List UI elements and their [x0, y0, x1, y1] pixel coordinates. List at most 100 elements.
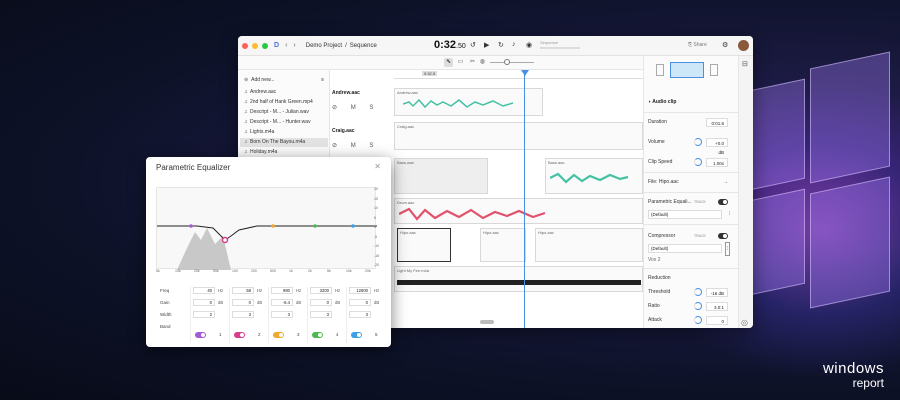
threshold-field[interactable]: -16 dB: [706, 288, 728, 297]
eq-node-5[interactable]: [351, 224, 355, 228]
user-avatar[interactable]: [738, 40, 749, 51]
band-toggle[interactable]: [312, 332, 323, 338]
playhead[interactable]: [524, 74, 525, 328]
clip-bass-2[interactable]: Bass.aac: [545, 158, 643, 194]
gain-input[interactable]: 0: [310, 299, 332, 306]
gain-input[interactable]: 0: [232, 299, 254, 306]
gain-input[interactable]: 0: [349, 299, 371, 306]
back-arrow-icon[interactable]: ‹: [285, 42, 287, 49]
microphone-icon[interactable]: ♪: [512, 41, 516, 48]
band-toggle[interactable]: [234, 332, 245, 338]
clip-drums[interactable]: Drum.aac: [394, 198, 643, 224]
clip-hipo-3[interactable]: Hipo.aac: [535, 228, 643, 262]
freq-input[interactable]: 58: [232, 287, 254, 294]
eq-node-1[interactable]: [189, 224, 193, 228]
breadcrumb-sequence[interactable]: Sequence: [350, 43, 377, 49]
gain-input[interactable]: 0: [193, 299, 215, 306]
record-icon[interactable]: ◉: [526, 41, 532, 49]
sidebar-file-item[interactable]: ♫ 2nd half of Hank Green.mp4: [244, 98, 328, 107]
help-icon[interactable]: ◎: [741, 318, 748, 327]
speed-knob[interactable]: [694, 158, 702, 166]
compressor-toggle[interactable]: [718, 233, 728, 239]
clip-hipo-2[interactable]: Hipo.aac: [480, 228, 526, 262]
eq-x-tick: 2k: [308, 269, 312, 273]
sidebar-file-item[interactable]: ♫ Lights.m4a: [244, 128, 328, 137]
freq-input[interactable]: 980: [271, 287, 293, 294]
zoom-slider-knob[interactable]: [504, 59, 510, 65]
ratio-knob[interactable]: [694, 302, 702, 310]
timeline-ruler[interactable]: 0:32.5: [394, 70, 643, 79]
forward-icon[interactable]: ↻: [498, 41, 504, 49]
app-logo-icon[interactable]: D: [274, 42, 279, 49]
eq-node-4[interactable]: [313, 224, 317, 228]
file-row[interactable]: File: Hipo.aac →: [648, 176, 734, 188]
band-toggle[interactable]: [351, 332, 362, 338]
speed-field[interactable]: 1.00x: [706, 158, 728, 167]
zoom-slider[interactable]: [490, 62, 534, 63]
eq-node-3[interactable]: [271, 224, 275, 228]
freq-input[interactable]: 12600: [349, 287, 371, 294]
playhead-handle[interactable]: [521, 70, 529, 76]
add-new-button[interactable]: ⊕ Add new... ≡: [244, 76, 328, 85]
band-toggle[interactable]: [195, 332, 206, 338]
share-button[interactable]: ⎘ Share: [688, 42, 707, 48]
peq-preset-select[interactable]: (Default): [648, 210, 722, 219]
track-controls[interactable]: ⊘ M S: [332, 142, 379, 149]
title-bar: D ‹ › Demo Project / Sequence 0:32.50 ↺ …: [238, 36, 753, 56]
freq-input[interactable]: 3200: [310, 287, 332, 294]
gain-input[interactable]: -6.4: [271, 299, 293, 306]
select-tool-icon[interactable]: ⬉: [444, 58, 453, 67]
width-input[interactable]: 3: [271, 311, 293, 318]
shape-tool-icon[interactable]: ◍: [478, 58, 487, 67]
frame-tool-icon[interactable]: ▭: [456, 58, 465, 67]
attack-field[interactable]: 0: [706, 316, 728, 325]
arrow-right-icon[interactable]: →: [723, 176, 728, 188]
properties-toggle-icon[interactable]: ⊟: [742, 60, 748, 68]
play-icon[interactable]: ▶: [484, 41, 489, 49]
filter-icon[interactable]: ≡: [321, 76, 324, 85]
settings-icon[interactable]: ⚙: [722, 41, 728, 49]
compressor-preset-select[interactable]: (Default): [648, 244, 722, 253]
clip-lights[interactable]: Light My Fire.m4a: [394, 266, 643, 292]
timeline-scrollbar[interactable]: [480, 320, 494, 324]
duration-field[interactable]: 0:01.6: [706, 118, 728, 127]
layout-right-icon[interactable]: [710, 64, 718, 76]
sidebar-file-item[interactable]: ♫ Holiday.m4a: [244, 148, 328, 157]
eq-graph[interactable]: [156, 187, 377, 270]
maximize-window-button[interactable]: [262, 42, 268, 49]
sidebar-file-item[interactable]: ♫ Descript - M... - Hunter.wav: [244, 118, 328, 127]
width-input[interactable]: 2: [193, 311, 215, 318]
sidebar-file-item[interactable]: ♫ Born On The Bayou.m4a: [240, 138, 328, 147]
band-toggle[interactable]: [273, 332, 284, 338]
volume-knob[interactable]: [694, 138, 702, 146]
minimize-window-button[interactable]: [252, 42, 258, 49]
cut-tool-icon[interactable]: ✂: [468, 58, 477, 67]
sidebar-file-item[interactable]: ♫ Andrew.aac: [244, 88, 328, 97]
volume-field[interactable]: +0.0 dB: [706, 138, 728, 155]
ratio-field[interactable]: 3.0:1: [706, 302, 728, 311]
width-input[interactable]: 3: [349, 311, 371, 318]
clip-hipo-1[interactable]: Hipo.aac: [397, 228, 451, 262]
clip-craig[interactable]: Craig.aac: [394, 122, 643, 150]
waveform-bass: [550, 172, 629, 184]
eq-sliders-icon[interactable]: ⫶: [729, 208, 730, 220]
breadcrumb-project[interactable]: Demo Project: [306, 43, 342, 49]
peq-toggle[interactable]: [718, 199, 728, 205]
threshold-knob[interactable]: [694, 288, 702, 296]
forward-arrow-icon[interactable]: ›: [293, 42, 295, 49]
sidebar-file-item[interactable]: ♫ Descript - M... - Julian.wav: [244, 108, 328, 117]
freq-input[interactable]: 40: [193, 287, 215, 294]
close-icon[interactable]: ✕: [374, 162, 381, 171]
rewind-icon[interactable]: ↺: [470, 41, 476, 49]
width-input[interactable]: 3: [310, 311, 332, 318]
layout-preview-icon[interactable]: [670, 62, 704, 78]
attack-knob[interactable]: [694, 316, 702, 324]
eq-y-tick: 10: [374, 206, 378, 210]
eq-node-2[interactable]: [221, 236, 229, 244]
clip-andrew[interactable]: Andrew.aac: [394, 88, 543, 116]
layout-left-icon[interactable]: [656, 64, 664, 76]
clip-bass[interactable]: Bass.wav: [394, 158, 488, 194]
width-input[interactable]: 3: [232, 311, 254, 318]
close-window-button[interactable]: [242, 42, 248, 49]
track-controls[interactable]: ⊘ M S: [332, 104, 379, 111]
